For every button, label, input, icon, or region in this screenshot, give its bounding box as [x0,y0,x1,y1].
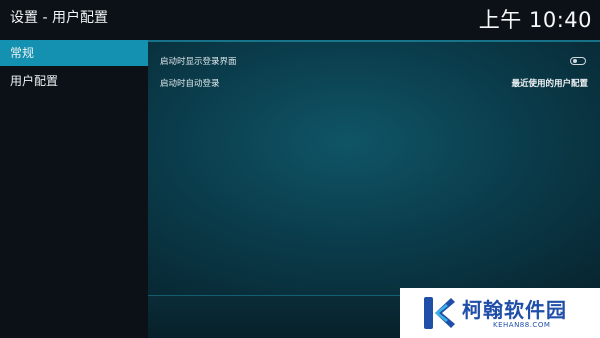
show-login-screen-toggle[interactable] [570,57,586,65]
watermark-name: 柯翰软件园 [462,298,567,322]
sidebar-item-profiles[interactable]: 用户配置 [0,68,148,94]
setting-label: 启动时自动登录 [160,79,220,89]
watermark: 柯翰软件园 KEHAN88.COM [400,288,600,338]
settings-panel: 启动时显示登录界面 启动时自动登录 最近使用的用户配置 [148,42,600,292]
sidebar-item-general[interactable]: 常规 [0,40,148,66]
setting-row-auto-login[interactable]: 启动时自动登录 最近使用的用户配置 [160,74,588,94]
clock: 上午 10:40 [478,8,592,32]
kehan-logo-icon [424,297,455,329]
sidebar: 常规 用户配置 [0,40,148,338]
window-title: 设置 - 用户配置 [10,10,108,26]
setting-label: 启动时显示登录界面 [160,57,237,67]
auto-login-value: 最近使用的用户配置 [511,79,588,89]
watermark-url: KEHAN88.COM [493,321,551,329]
title-bar: 设置 - 用户配置 上午 10:40 [0,0,600,40]
setting-row-show-login-screen[interactable]: 启动时显示登录界面 [160,52,588,72]
